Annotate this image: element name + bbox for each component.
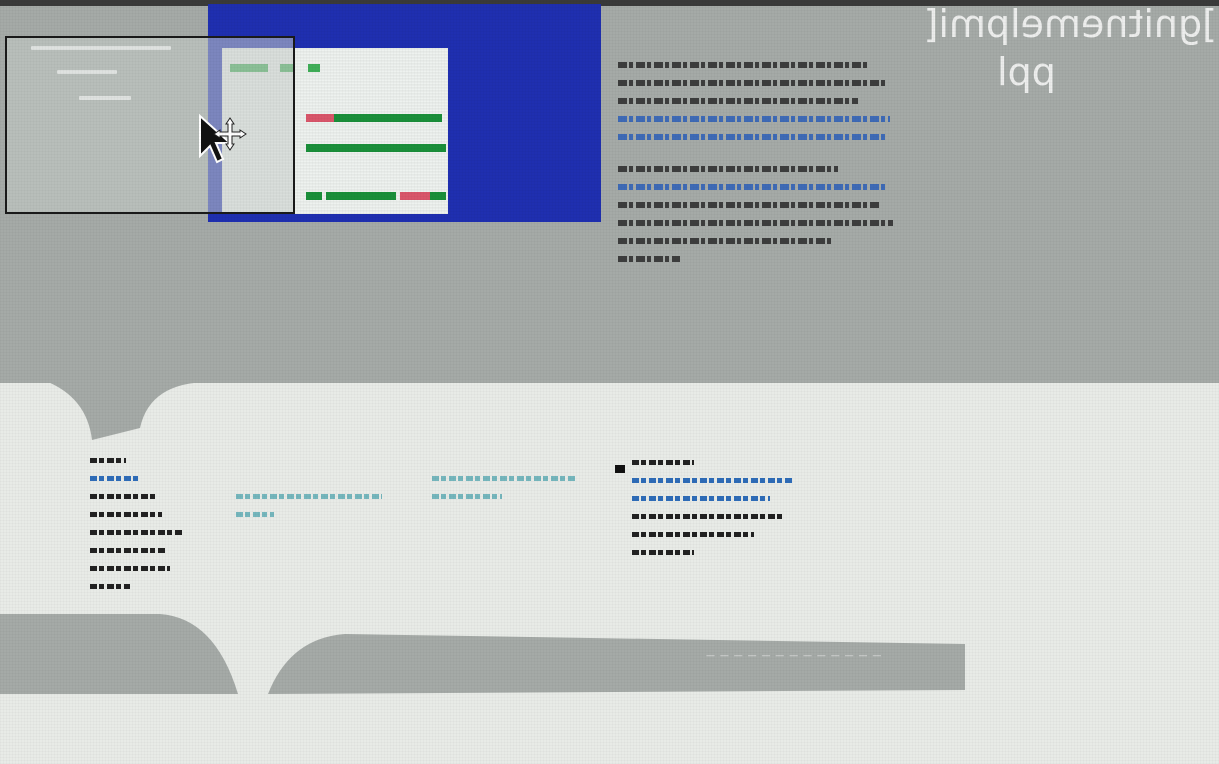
mirrored-heading-line1: ]gnitnemelpmi[	[923, 2, 1217, 46]
footer-bar-text: — — — — — — — — — — — — —	[706, 651, 883, 661]
preview-text-line	[31, 46, 171, 50]
text-line	[618, 166, 838, 172]
mirrored-heading: ]gnitnemelpmi[ ppl	[923, 0, 1217, 96]
move-cursor-icon	[199, 113, 247, 164]
footer-link[interactable]	[432, 494, 502, 499]
section-curve-top	[0, 368, 210, 440]
blurred-paragraphs	[618, 62, 908, 274]
bullet-square-icon	[615, 465, 625, 473]
link-line[interactable]	[618, 184, 888, 190]
text-line	[618, 202, 880, 208]
footer-text	[632, 550, 694, 555]
footer-link[interactable]	[632, 478, 792, 483]
thumbnail-bar	[306, 114, 334, 122]
footer-text	[90, 494, 156, 499]
thumbnail-bar	[400, 192, 430, 200]
thumbnail-bar	[430, 192, 446, 200]
link-line[interactable]	[618, 134, 886, 140]
link-line[interactable]	[618, 116, 890, 122]
text-line	[618, 80, 886, 86]
thumbnail-bar	[308, 64, 320, 72]
footer-text	[90, 548, 166, 553]
preview-text-line	[57, 70, 117, 74]
footer-column-4	[632, 460, 802, 568]
footer-link[interactable]	[90, 476, 138, 481]
footer-text	[632, 532, 754, 537]
footer-text	[90, 530, 182, 535]
footer-link[interactable]	[432, 476, 576, 481]
column-heading	[632, 460, 694, 465]
footer-link[interactable]	[236, 512, 274, 517]
text-line	[618, 238, 833, 244]
thumbnail-bar	[334, 114, 442, 122]
text-line	[618, 256, 680, 262]
footer-link[interactable]	[632, 496, 770, 501]
footer-column-1	[90, 458, 190, 602]
preview-text-line	[79, 96, 131, 100]
footer-link[interactable]	[236, 494, 382, 499]
thumbnail-bar	[326, 192, 396, 200]
thumbnail-bar	[306, 192, 322, 200]
footer-column-2	[236, 494, 386, 530]
footer-text	[632, 514, 782, 519]
footer-text	[90, 566, 170, 571]
text-line	[618, 220, 893, 226]
thumbnail-bar	[306, 144, 446, 152]
mirrored-heading-line2: ppl	[997, 50, 1056, 94]
footer-text	[90, 512, 162, 517]
footer-text	[90, 584, 130, 589]
text-line	[618, 98, 858, 104]
text-line	[618, 62, 868, 68]
column-heading	[90, 458, 126, 463]
footer-column-3	[432, 476, 582, 512]
